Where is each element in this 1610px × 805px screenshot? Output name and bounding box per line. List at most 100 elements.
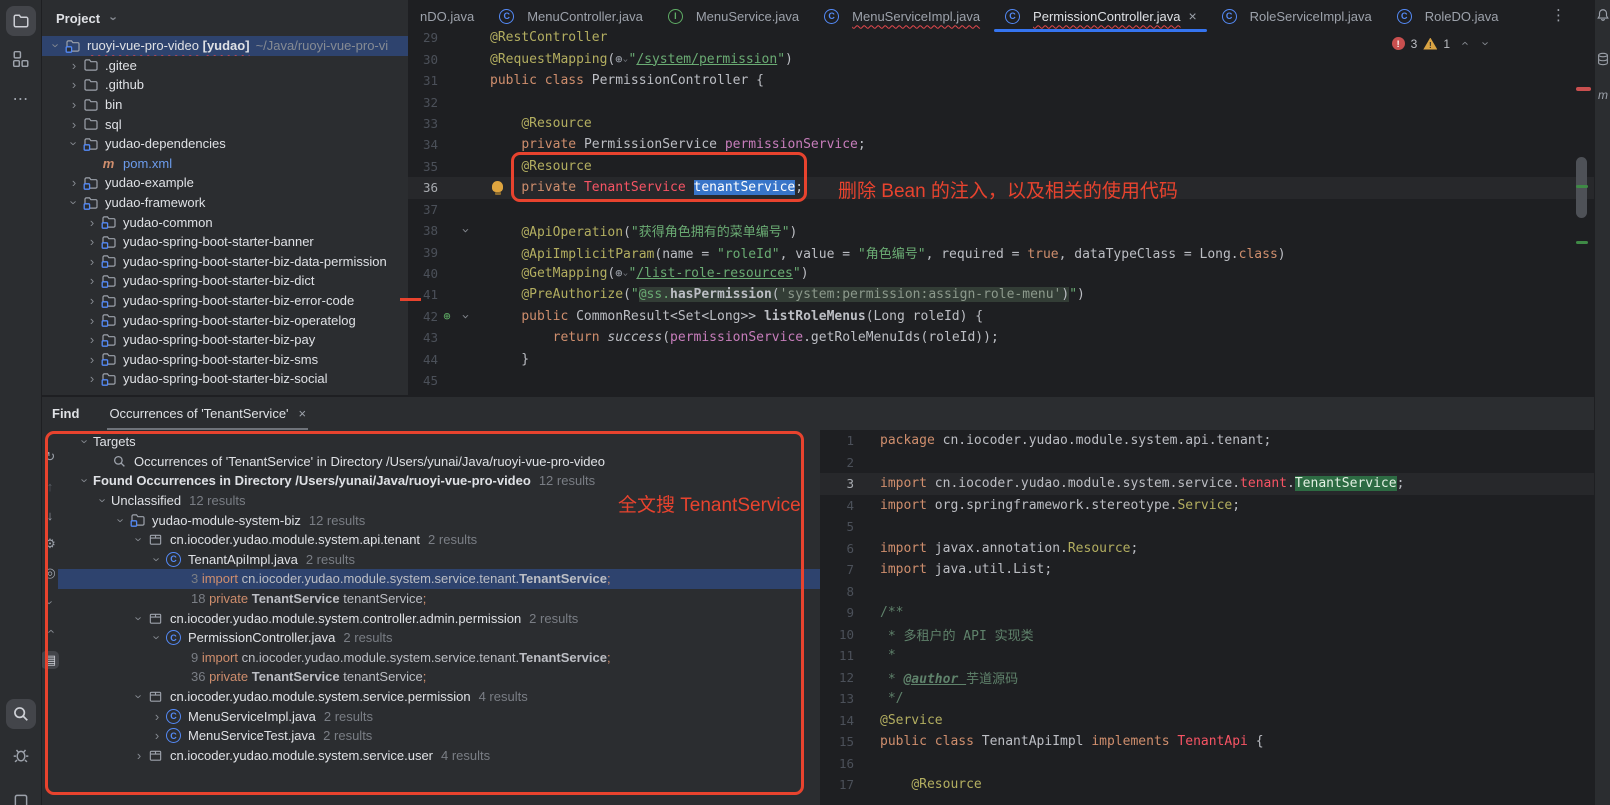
chevron-right-icon[interactable]: › bbox=[66, 117, 82, 132]
preview-line-8[interactable]: 8 bbox=[820, 581, 1594, 603]
project-tree-row[interactable]: ›ruoyi-vue-pro-video [yudao]~/Java/ruoyi… bbox=[42, 36, 408, 56]
code-line-35[interactable]: 35 @Resource bbox=[408, 156, 1594, 177]
preview-editor[interactable]: 1package cn.iocoder.yudao.module.system.… bbox=[820, 430, 1594, 805]
preview-line-17[interactable]: 17 @Resource bbox=[820, 774, 1594, 796]
inspections-widget[interactable]: ! 3 ! 1 › › bbox=[1392, 36, 1494, 51]
chevron-right-icon[interactable]: › bbox=[131, 748, 147, 763]
find-group-row[interactable]: ›cn.iocoder.yudao.module.system.service.… bbox=[58, 746, 820, 766]
find-result-row[interactable]: 36 private TenantService tenantService; bbox=[58, 667, 820, 687]
project-tree-row[interactable]: ›yudao-common bbox=[42, 212, 408, 232]
preview-line-9[interactable]: 9/** bbox=[820, 602, 1594, 624]
code-line-39[interactable]: 39 @ApiImplicitParam(name = "roleId", va… bbox=[408, 241, 1594, 262]
project-tree-row[interactable]: ›yudao-framework bbox=[42, 193, 408, 213]
chevron-right-icon[interactable]: › bbox=[66, 97, 82, 112]
preview-line-2[interactable]: 2 bbox=[820, 452, 1594, 474]
notifications-bell-icon[interactable] bbox=[1596, 8, 1610, 22]
preview-line-10[interactable]: 10 * 多租户的 API 实现类 bbox=[820, 624, 1594, 646]
database-icon[interactable] bbox=[1596, 52, 1610, 66]
find-result-row[interactable]: 9 import cn.iocoder.yudao.module.system.… bbox=[58, 648, 820, 668]
chevron-right-icon[interactable]: › bbox=[149, 709, 165, 724]
pin-icon[interactable]: ◎ bbox=[41, 564, 59, 582]
find-results-tab[interactable]: Occurrences of 'TenantService' × bbox=[109, 397, 306, 430]
project-tree-row[interactable]: ›yudao-example bbox=[42, 173, 408, 193]
project-tree-row[interactable]: ›yudao-spring-boot-starter-biz-pay bbox=[42, 330, 408, 350]
code-line-31[interactable]: 31public class PermissionController { bbox=[408, 70, 1594, 91]
code-line-45[interactable]: 45 bbox=[408, 370, 1594, 391]
project-tree-row[interactable]: ›yudao-spring-boot-starter-biz-operatelo… bbox=[42, 310, 408, 330]
maven-icon[interactable]: m bbox=[1596, 88, 1610, 102]
more-icon[interactable]: ⋯ bbox=[6, 84, 36, 114]
project-tree-row[interactable]: ›yudao-spring-boot-starter-biz-sms bbox=[42, 350, 408, 370]
tabs-more-icon[interactable]: ⋮ bbox=[1551, 6, 1566, 24]
chevron-right-icon[interactable]: › bbox=[84, 273, 100, 288]
chevron-right-icon[interactable]: › bbox=[84, 371, 100, 386]
close-icon[interactable]: × bbox=[299, 406, 307, 421]
code-line-33[interactable]: 33 @Resource bbox=[408, 113, 1594, 134]
preview-line-13[interactable]: 13 */ bbox=[820, 688, 1594, 710]
find-group-row[interactable]: Occurrences of 'TenantService' in Direct… bbox=[58, 452, 820, 472]
chevron-right-icon[interactable]: › bbox=[84, 293, 100, 308]
expand-icon[interactable]: › bbox=[41, 593, 59, 611]
structure-icon[interactable] bbox=[6, 44, 36, 74]
chevron-down-icon[interactable]: › bbox=[66, 136, 82, 151]
preview-line-14[interactable]: 14@Service bbox=[820, 710, 1594, 732]
chevron-down-icon[interactable]: › bbox=[131, 611, 147, 626]
project-tree-row[interactable]: ›sql bbox=[42, 114, 408, 134]
code-line-32[interactable]: 32 bbox=[408, 91, 1594, 112]
arrow-down-icon[interactable]: ↓ bbox=[41, 506, 59, 524]
find-group-row[interactable]: ›cn.iocoder.yudao.module.system.controll… bbox=[58, 608, 820, 628]
chevron-down-icon[interactable]: › bbox=[149, 630, 165, 645]
chevron-down-icon[interactable]: › bbox=[77, 434, 93, 449]
code-line-42[interactable]: 42⊕› public CommonResult<Set<Long>> list… bbox=[408, 306, 1594, 327]
preview-line-12[interactable]: 12 * @author 芋道源码 bbox=[820, 667, 1594, 689]
preview-line-7[interactable]: 7import java.util.List; bbox=[820, 559, 1594, 581]
code-line-38[interactable]: 38› @ApiOperation("获得角色拥有的菜单编号") bbox=[408, 220, 1594, 241]
debug-icon[interactable] bbox=[6, 740, 36, 770]
chevron-down-icon[interactable]: › bbox=[131, 532, 147, 547]
preview-line-1[interactable]: 1package cn.iocoder.yudao.module.system.… bbox=[820, 430, 1594, 452]
preview-line-4[interactable]: 4import org.springframework.stereotype.S… bbox=[820, 495, 1594, 517]
chevron-right-icon[interactable]: › bbox=[149, 728, 165, 743]
preview-line-6[interactable]: 6import javax.annotation.Resource; bbox=[820, 538, 1594, 560]
code-editor[interactable]: 29@RestController30@RequestMapping(⊕›"/s… bbox=[408, 27, 1594, 391]
chevron-down-icon[interactable]: › bbox=[95, 493, 111, 508]
fold-chevron-icon[interactable]: › bbox=[457, 309, 473, 324]
find-group-row[interactable]: ›cn.iocoder.yudao.module.system.api.tena… bbox=[58, 530, 820, 550]
code-line-40[interactable]: 40 @GetMapping(⊕›"/list-role-resources") bbox=[408, 263, 1594, 284]
chevron-down-icon[interactable]: › bbox=[149, 552, 165, 567]
chevron-down-icon[interactable]: › bbox=[42, 595, 58, 610]
find-group-row[interactable]: ›CMenuServiceTest.java2 results bbox=[58, 726, 820, 746]
preview-line-11[interactable]: 11 * bbox=[820, 645, 1594, 667]
code-line-30[interactable]: 30@RequestMapping(⊕›"/system/permission"… bbox=[408, 48, 1594, 69]
chevron-right-icon[interactable]: › bbox=[66, 77, 82, 92]
chevron-down-icon[interactable]: › bbox=[66, 195, 82, 210]
chevron-down-icon[interactable]: › bbox=[77, 473, 93, 488]
project-tree-row[interactable]: ›yudao-spring-boot-starter-biz-social bbox=[42, 369, 408, 389]
code-line-43[interactable]: 43 return success(permissionService.getR… bbox=[408, 327, 1594, 348]
chevron-down-icon[interactable]: › bbox=[48, 38, 64, 53]
project-panel-header[interactable]: Project › bbox=[42, 0, 408, 36]
find-group-row[interactable]: ›CPermissionController.java2 results bbox=[58, 628, 820, 648]
find-result-row[interactable]: 18 private TenantService tenantService; bbox=[58, 589, 820, 609]
chevron-down-icon[interactable]: › bbox=[113, 513, 129, 528]
close-icon[interactable]: × bbox=[1188, 8, 1196, 24]
project-tree-row[interactable]: mpom.xml bbox=[42, 154, 408, 174]
chevron-right-icon[interactable]: › bbox=[84, 332, 100, 347]
preview-icon[interactable]: ▤ bbox=[41, 651, 59, 669]
fold-chevron-icon[interactable]: › bbox=[457, 223, 473, 238]
project-tree-row[interactable]: ›.github bbox=[42, 75, 408, 95]
endpoint-gutter-icon[interactable]: ⊕ bbox=[443, 309, 450, 323]
next-error-icon[interactable]: › bbox=[1478, 36, 1494, 51]
chevron-right-icon[interactable]: › bbox=[84, 215, 100, 230]
arrow-up-icon[interactable]: ↑ bbox=[41, 477, 59, 495]
bookmarks-icon[interactable] bbox=[6, 786, 36, 805]
find-group-row[interactable]: ›CMenuServiceImpl.java2 results bbox=[58, 706, 820, 726]
find-group-row[interactable]: ›Found Occurrences in Directory /Users/y… bbox=[58, 471, 820, 491]
prev-error-icon[interactable]: › bbox=[1456, 36, 1472, 51]
settings-icon[interactable]: ⚙ bbox=[41, 535, 59, 553]
project-tree-row[interactable]: ›yudao-spring-boot-starter-biz-error-cod… bbox=[42, 291, 408, 311]
find-group-row[interactable]: ›CTenantApiImpl.java2 results bbox=[58, 550, 820, 570]
find-group-row[interactable]: ›Targets bbox=[58, 432, 820, 452]
project-tree-row[interactable]: ›yudao-spring-boot-starter-biz-data-perm… bbox=[42, 252, 408, 272]
preview-line-15[interactable]: 15public class TenantApiImpl implements … bbox=[820, 731, 1594, 753]
